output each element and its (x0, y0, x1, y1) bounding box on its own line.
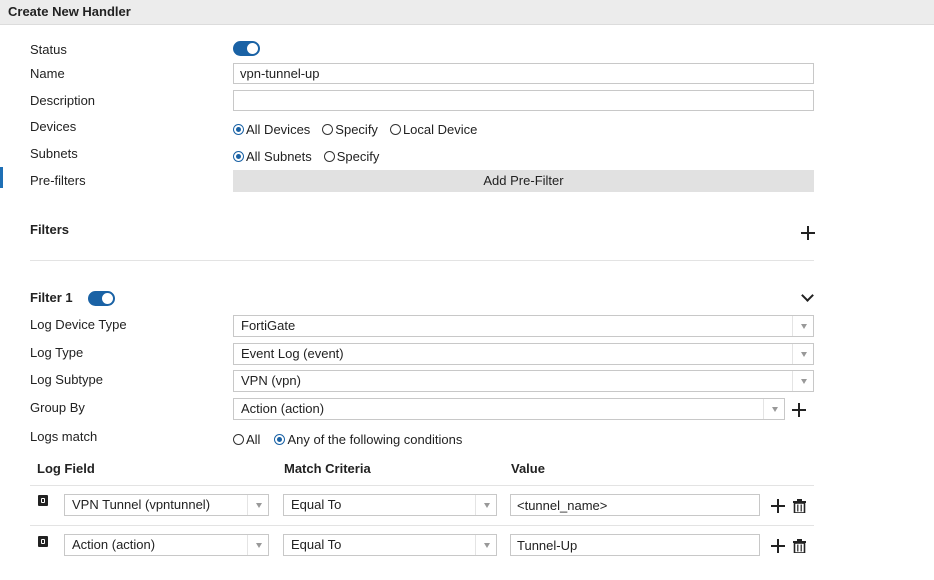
log-type-select[interactable]: Event Log (event) (233, 343, 814, 365)
radio-unchecked-icon (323, 151, 335, 162)
row2-log-field-select[interactable]: Action (action) (64, 534, 269, 556)
dropdown-arrow-icon (484, 503, 490, 508)
radio-checked-icon (233, 151, 244, 162)
row2-match-criteria-select[interactable]: Equal To (283, 534, 497, 556)
filter1-toggle[interactable] (88, 291, 115, 306)
log-type-label: Log Type (30, 345, 84, 360)
logs-match-label: Logs match (30, 429, 98, 444)
devices-label: Devices (30, 119, 77, 134)
description-input[interactable] (233, 90, 814, 111)
subnets-radio-group: All Subnets Specify (233, 149, 391, 164)
devices-specify-option[interactable]: Specify (322, 122, 378, 137)
radio-unchecked-icon (233, 434, 244, 445)
description-label: Description (30, 93, 96, 108)
left-accent-bar (0, 167, 3, 188)
subnets-specify-option[interactable]: Specify (323, 149, 379, 164)
name-label: Name (30, 66, 65, 81)
dropdown-arrow-icon (801, 379, 807, 384)
radio-checked-icon (274, 434, 286, 445)
log-device-type-select[interactable]: FortiGate (233, 315, 814, 337)
log-subtype-label: Log Subtype (30, 372, 104, 387)
logs-match-radio-group: All Any of the following conditions (233, 432, 474, 447)
filters-section-title: Filters (30, 222, 70, 237)
row-item-icon (38, 495, 48, 506)
dropdown-arrow-icon (772, 407, 778, 412)
add-group-by-plus-icon[interactable] (792, 403, 806, 417)
row2-value-input[interactable] (510, 534, 760, 556)
devices-radio-group: All Devices Specify Local Device (233, 122, 489, 137)
subnets-all-option[interactable]: All Subnets (233, 149, 312, 164)
group-by-select[interactable]: Action (action) (233, 398, 785, 420)
toggle-knob (246, 42, 259, 55)
filter1-title: Filter 1 (30, 290, 73, 305)
toggle-knob (101, 292, 114, 305)
logs-match-all-option[interactable]: All (233, 432, 260, 447)
status-toggle[interactable] (233, 41, 260, 56)
add-prefilter-button[interactable]: Add Pre-Filter (233, 170, 814, 192)
add-filter-plus-icon[interactable] (801, 226, 815, 240)
name-input[interactable] (233, 63, 814, 84)
log-device-type-label: Log Device Type (30, 317, 127, 332)
col-header-log-field: Log Field (37, 461, 95, 476)
col-header-match-criteria: Match Criteria (284, 461, 371, 476)
subnets-label: Subnets (30, 146, 78, 161)
dropdown-arrow-icon (256, 503, 262, 508)
row1-log-field-select[interactable]: VPN Tunnel (vpntunnel) (64, 494, 269, 516)
radio-checked-icon (233, 124, 244, 135)
dropdown-arrow-icon (801, 324, 807, 329)
table-divider (30, 485, 814, 486)
row1-match-criteria-select[interactable]: Equal To (283, 494, 497, 516)
group-by-label: Group By (30, 400, 85, 415)
row-item-icon (38, 536, 48, 547)
row1-value-input[interactable] (510, 494, 760, 516)
row1-add-plus-icon[interactable] (771, 499, 785, 513)
radio-unchecked-icon (322, 124, 334, 135)
log-subtype-select[interactable]: VPN (vpn) (233, 370, 814, 392)
radio-unchecked-icon (389, 124, 401, 135)
dialog-header: Create New Handler (0, 0, 934, 25)
devices-local-option[interactable]: Local Device (389, 122, 477, 137)
devices-all-option[interactable]: All Devices (233, 122, 310, 137)
prefilters-label: Pre-filters (30, 173, 86, 188)
section-divider (30, 260, 814, 261)
chevron-down-icon[interactable] (801, 289, 814, 302)
dropdown-arrow-icon (256, 543, 262, 548)
dropdown-arrow-icon (484, 543, 490, 548)
status-label: Status (30, 42, 67, 57)
page-title: Create New Handler (8, 4, 131, 19)
table-row-divider (30, 525, 814, 526)
dropdown-arrow-icon (801, 352, 807, 357)
row2-delete-trash-icon[interactable] (793, 539, 806, 553)
col-header-value: Value (511, 461, 545, 476)
row1-delete-trash-icon[interactable] (793, 499, 806, 513)
logs-match-any-option[interactable]: Any of the following conditions (274, 432, 462, 447)
row2-add-plus-icon[interactable] (771, 539, 785, 553)
